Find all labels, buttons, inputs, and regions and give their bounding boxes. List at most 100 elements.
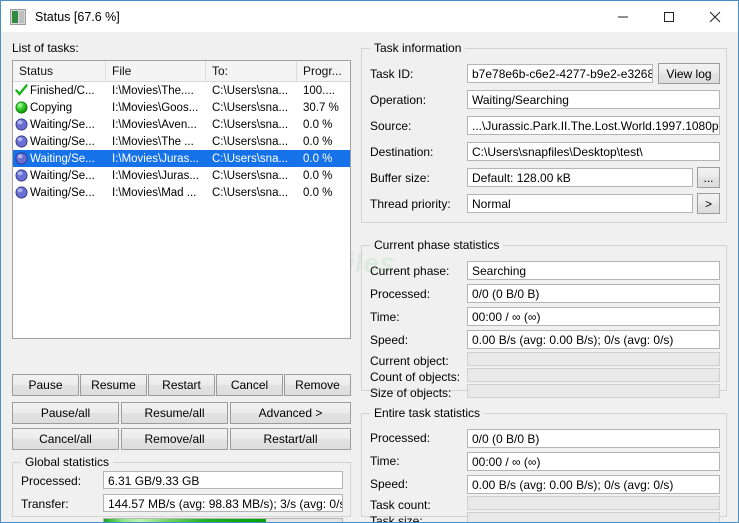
task-status-cell: Finished/C...	[13, 84, 106, 97]
resume-button[interactable]: Resume	[80, 374, 147, 396]
current-phase-statistics-legend: Current phase statistics	[370, 238, 504, 252]
task-list-row[interactable]: Waiting/Se... I:\Movies\Aven... C:\Users\s…	[13, 116, 350, 133]
task-status-cell: Copying	[13, 101, 106, 114]
phase-time-label: Time:	[370, 310, 400, 324]
restart-all-button[interactable]: Restart/all	[230, 428, 351, 450]
task-file-cell: I:\Movies\Juras...	[112, 152, 199, 165]
size-of-objects-field	[467, 384, 720, 398]
buffer-size-more-button[interactable]: ...	[697, 167, 720, 188]
global-processed-label: Processed:	[21, 474, 82, 488]
status-window: Status [67.6 %] SnapFiles List of tasks:…	[0, 0, 739, 523]
resume-all-button[interactable]: Resume/all	[121, 402, 228, 424]
minimize-button[interactable]	[600, 1, 646, 32]
entire-processed-label: Processed:	[370, 431, 431, 445]
task-information-group: Task information Task ID: b7e78e6b-c6e2-…	[361, 41, 727, 223]
task-progress-cell: 0.0 %	[303, 186, 333, 199]
task-status-text: Waiting/Se...	[30, 169, 95, 182]
task-progress-cell: 0.0 %	[303, 118, 333, 131]
task-status-text: Waiting/Se...	[30, 135, 95, 148]
pause-button[interactable]: Pause	[12, 374, 79, 396]
column-header-progress[interactable]: Progr...	[297, 61, 350, 81]
column-header-to[interactable]: To:	[206, 61, 297, 81]
task-status-text: Waiting/Se...	[30, 152, 95, 165]
green-sphere-icon	[15, 101, 28, 114]
entire-time-field: 00:00 / ∞ (∞)	[467, 452, 720, 471]
task-list-row[interactable]: Waiting/Se... I:\Movies\Juras... C:\Users\…	[13, 150, 350, 167]
task-count-field	[467, 496, 720, 510]
task-list-body: Finished/C... I:\Movies\The.... C:\Users\s…	[13, 82, 350, 201]
task-progress-cell: 100....	[303, 84, 335, 97]
task-to-cell: C:\Users\sna...	[212, 118, 289, 131]
task-progress-cell: 0.0 %	[303, 135, 333, 148]
window-title: Status [67.6 %]	[35, 9, 120, 24]
thread-priority-more-button[interactable]: >	[697, 193, 720, 214]
task-to-cell: C:\Users\sna...	[212, 169, 289, 182]
phase-processed-field: 0/0 (0 B/0 B)	[467, 284, 720, 303]
global-transfer-label: Transfer:	[21, 497, 69, 511]
task-file-cell: I:\Movies\The....	[112, 84, 194, 97]
phase-speed-label: Speed:	[370, 333, 409, 347]
remove-all-button[interactable]: Remove/all	[121, 428, 228, 450]
task-id-label: Task ID:	[370, 67, 414, 81]
close-button[interactable]	[692, 1, 738, 32]
task-progress-cell: 30.7 %	[303, 101, 339, 114]
blue-sphere-icon	[15, 169, 28, 182]
blue-sphere-icon	[15, 186, 28, 199]
task-id-field[interactable]: b7e78e6b-c6e2-4277-b9e2-e3268c	[467, 64, 653, 83]
cancel-all-button[interactable]: Cancel/all	[12, 428, 119, 450]
phase-time-field: 00:00 / ∞ (∞)	[467, 307, 720, 326]
task-status-text: Waiting/Se...	[30, 186, 95, 199]
phase-processed-label: Processed:	[370, 287, 431, 301]
global-processed-value: 6.31 GB/9.33 GB	[103, 471, 343, 489]
blue-sphere-icon	[15, 118, 28, 131]
task-size-field	[467, 512, 720, 522]
task-list-row[interactable]: Waiting/Se... I:\Movies\Mad ... C:\Users\s…	[13, 184, 350, 201]
size-of-objects-label: Size of objects:	[370, 386, 452, 400]
task-to-cell: C:\Users\sna...	[212, 152, 289, 165]
phase-speed-field: 0.00 B/s (avg: 0.00 B/s); 0/s (avg: 0/s)	[467, 330, 720, 349]
restart-button[interactable]: Restart	[148, 374, 215, 396]
remove-button[interactable]: Remove	[284, 374, 351, 396]
global-transfer-value: 144.57 MB/s (avg: 98.83 MB/s); 3/s (avg:…	[103, 494, 343, 512]
task-status-cell: Waiting/Se...	[13, 152, 106, 165]
thread-priority-label: Thread priority:	[370, 197, 451, 211]
buffer-size-field[interactable]: Default: 128.00 kB	[467, 168, 693, 187]
task-to-cell: C:\Users\sna...	[212, 84, 289, 97]
pause-all-button[interactable]: Pause/all	[12, 402, 119, 424]
thread-priority-field[interactable]: Normal	[467, 194, 693, 213]
cancel-button[interactable]: Cancel	[216, 374, 283, 396]
window-controls	[600, 1, 738, 32]
entire-processed-field: 0/0 (0 B/0 B)	[467, 429, 720, 448]
task-to-cell: C:\Users\sna...	[212, 186, 289, 199]
task-list-row[interactable]: Waiting/Se... I:\Movies\Juras... C:\Users\…	[13, 167, 350, 184]
task-count-label: Task count:	[370, 498, 431, 512]
advanced-button[interactable]: Advanced >	[230, 402, 351, 424]
task-file-cell: I:\Movies\Aven...	[112, 118, 197, 131]
blue-sphere-icon	[15, 152, 28, 165]
current-object-field	[467, 352, 720, 366]
task-status-text: Waiting/Se...	[30, 118, 95, 131]
task-list-row[interactable]: Copying I:\Movies\Goos... C:\Users\sna... 3…	[13, 99, 350, 116]
operation-label: Operation:	[370, 93, 427, 107]
task-list-row[interactable]: Waiting/Se... I:\Movies\The ... C:\Users\s…	[13, 133, 350, 150]
global-statistics-group: Global statistics Processed: 6.31 GB/9.3…	[12, 455, 351, 522]
view-log-button[interactable]: View log	[658, 63, 720, 84]
task-status-text: Copying	[30, 101, 73, 114]
task-list-row[interactable]: Finished/C... I:\Movies\The.... C:\Users\s…	[13, 82, 350, 99]
column-header-status[interactable]: Status	[13, 61, 106, 81]
buffer-size-label: Buffer size:	[370, 171, 430, 185]
task-status-text: Finished/C...	[30, 84, 95, 97]
app-icon	[10, 8, 26, 25]
operation-field[interactable]: Waiting/Searching	[467, 90, 720, 109]
task-progress-cell: 0.0 %	[303, 169, 333, 182]
count-of-objects-label: Count of objects:	[370, 370, 461, 384]
maximize-button[interactable]	[646, 1, 692, 32]
check-icon	[15, 84, 28, 97]
column-header-file[interactable]: File	[106, 61, 206, 81]
task-list[interactable]: Status File To: Progr... Finished/C... I:…	[12, 60, 351, 339]
entire-time-label: Time:	[370, 454, 400, 468]
source-field[interactable]: ...\Jurassic.Park.II.The.Lost.World.1997…	[467, 116, 720, 135]
task-file-cell: I:\Movies\Goos...	[112, 101, 199, 114]
global-progress-fill	[104, 519, 266, 522]
destination-field[interactable]: C:\Users\snapfiles\Desktop\test\	[467, 142, 720, 161]
